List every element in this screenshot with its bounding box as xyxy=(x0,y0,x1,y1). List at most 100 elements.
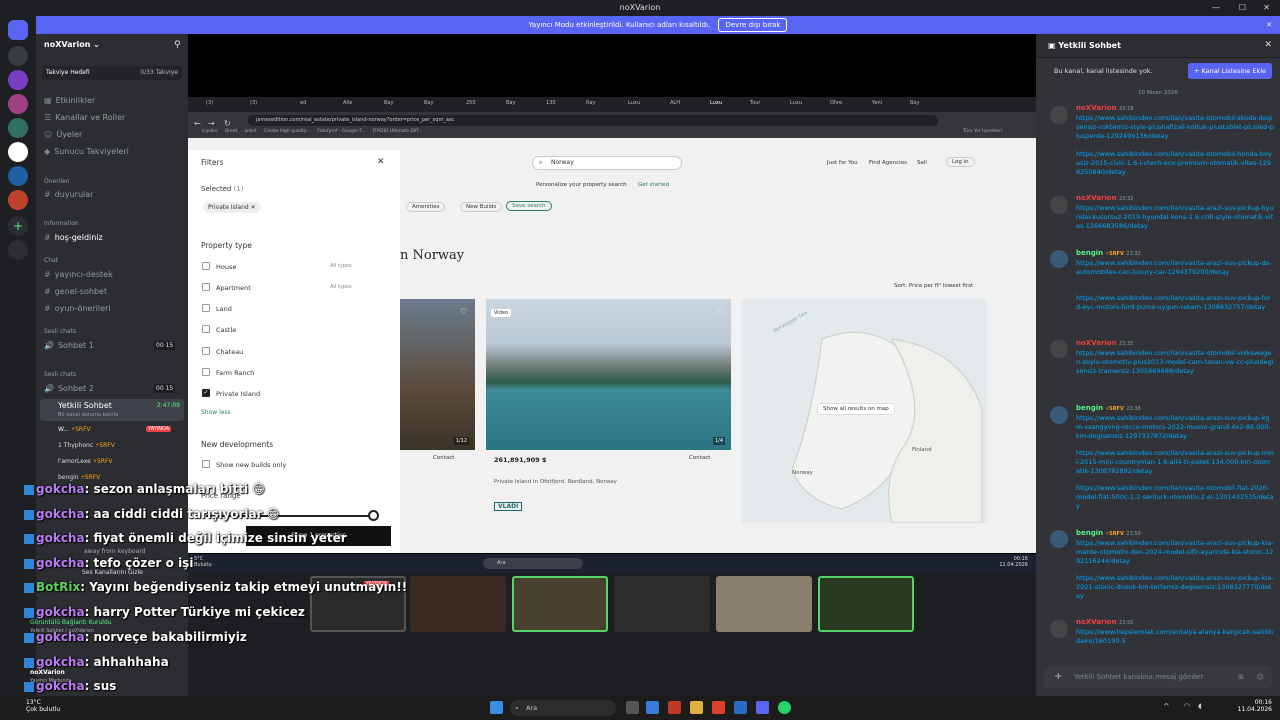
filters-close-icon[interactable]: ✕ xyxy=(377,157,385,167)
show-less-link[interactable]: Show less xyxy=(201,409,231,416)
server-icon[interactable] xyxy=(8,70,28,90)
server-icon[interactable] xyxy=(8,118,28,138)
bookmark[interactable]: [FM26] Ultimate Diff... xyxy=(373,129,423,134)
nav-just-for-you[interactable]: Just for You xyxy=(827,160,858,166)
bookmark[interactable]: Create high quality... xyxy=(263,129,310,134)
voice-user[interactable]: 1 Thyphonc ⚡SRFV xyxy=(58,442,115,449)
browser-tab[interactable]: Bay xyxy=(506,100,515,106)
message-link[interactable]: https://www.sahibinden.com/ilan/vasita-a… xyxy=(1076,449,1274,476)
message-author[interactable]: bengin ⚡SRFV 23:38 xyxy=(1076,404,1141,412)
url-bar[interactable]: jamesedition.com/real_estate/private_isl… xyxy=(248,115,938,126)
browser-tab[interactable]: Yeni xyxy=(872,100,882,106)
close-icon[interactable]: ✕ xyxy=(1263,0,1270,16)
boost-goal[interactable]: Takviye Hedefi 0/33 Takviye xyxy=(42,66,182,80)
avatar[interactable] xyxy=(1050,620,1068,638)
server-name[interactable]: noXVarion ⌄ xyxy=(44,40,100,49)
participant-camera[interactable] xyxy=(512,576,608,632)
server-icon[interactable] xyxy=(8,94,28,114)
message-link[interactable]: https://www.sahibinden.com/ilan/vasita-o… xyxy=(1076,484,1274,511)
menu-events[interactable]: ▦ Etkinlikler xyxy=(44,96,95,105)
bookmark[interactable]: Fotofprof - Google F... xyxy=(317,129,365,134)
forward-icon[interactable]: → xyxy=(208,119,215,128)
section-voice-1[interactable]: Sesli chats xyxy=(44,328,76,335)
start-icon[interactable] xyxy=(490,701,503,714)
channel-genel-sohbet[interactable]: # genel-sohbet xyxy=(44,287,107,296)
site-search-input[interactable]: ⌕ Norway xyxy=(532,156,682,170)
banner-close-icon[interactable]: ✕ xyxy=(1266,16,1272,34)
message-link[interactable]: https://www.sahibinden.com/ilan/vasita-a… xyxy=(1076,539,1274,566)
bookmark[interactable]: Brent xyxy=(225,129,237,134)
browser-tab[interactable]: 130 xyxy=(546,100,556,106)
channel-oyun-onerileri[interactable]: # oyun-önerileri xyxy=(44,304,111,313)
message-link[interactable]: https://www.sahibinden.com/ilan/vasita-a… xyxy=(1076,574,1274,601)
task-view-icon[interactable] xyxy=(626,701,639,714)
avatar[interactable] xyxy=(1050,250,1068,268)
message-input[interactable]: + Yetkili Sohbet kanalına mesaj gönder ⊞… xyxy=(1044,666,1272,688)
participant-camera[interactable] xyxy=(818,576,914,632)
message-author[interactable]: bengin ⚡SRFV 23:32 xyxy=(1076,249,1141,257)
wifi-icon[interactable]: ◠ xyxy=(1184,702,1190,710)
add-to-channel-list-button[interactable]: + Kanal Listesine Ekle xyxy=(1188,63,1273,79)
channel-yayinci-destek[interactable]: # yayıncı-destek xyxy=(44,270,113,279)
all-types-dropdown[interactable]: All types xyxy=(330,284,352,290)
discord-icon[interactable] xyxy=(756,701,769,714)
checkbox-house[interactable] xyxy=(202,262,210,270)
new-builds-chip[interactable]: New Builds xyxy=(460,202,503,212)
property-card-image[interactable]: Video ♡ 1/4 xyxy=(486,299,731,450)
contact-button[interactable]: Contact xyxy=(433,455,454,461)
add-server-icon[interactable]: + xyxy=(8,216,28,236)
voice-user[interactable]: W... ⚡SRFV xyxy=(58,426,91,433)
checkbox-castle[interactable] xyxy=(202,325,210,333)
browser-tab[interactable]: Alle xyxy=(343,100,352,106)
favorite-icon[interactable]: ♡ xyxy=(716,307,723,316)
amenities-chip[interactable]: Amenities xyxy=(406,202,446,212)
bookmark[interactable]: ankrt xyxy=(244,129,256,134)
browser-tab[interactable]: Bay xyxy=(424,100,433,106)
section-featured[interactable]: Önerilen xyxy=(44,178,70,185)
sort-dropdown[interactable]: Sort: Price per ft² lowest first xyxy=(894,283,973,289)
add-member-icon[interactable]: ⚲ xyxy=(174,40,181,50)
message-link[interactable]: https://www.sahibinden.com/ilan/vasita-a… xyxy=(1076,204,1274,231)
browser-tab[interactable]: Ray xyxy=(586,100,595,106)
emoji-icon[interactable]: ☺ xyxy=(1257,666,1264,688)
bookmark-all[interactable]: Tüm Yer İşaretleri xyxy=(963,129,1002,134)
section-voice-2[interactable]: Sesli chats xyxy=(44,371,76,378)
voice-channel-sohbet-1[interactable]: 🔊 Sohbet 1 xyxy=(44,341,94,350)
tray-chevron-icon[interactable]: ^ xyxy=(1163,702,1170,711)
channel-duyurular[interactable]: # duyurular xyxy=(44,190,93,199)
discord-home-icon[interactable] xyxy=(8,20,28,40)
hide-voice-channels[interactable]: Ses Kanallarını Gizle xyxy=(82,569,143,576)
taskbar-search[interactable]: ⌕ Ara xyxy=(510,700,616,716)
checkbox-apartment[interactable] xyxy=(202,283,210,291)
login-button[interactable]: Log in xyxy=(946,157,975,167)
browser-tab[interactable]: Bay xyxy=(384,100,393,106)
checkbox-farm-ranch[interactable] xyxy=(202,368,210,376)
avatar[interactable] xyxy=(1050,406,1068,424)
checkbox-new-builds[interactable] xyxy=(202,460,210,468)
server-icon[interactable] xyxy=(8,46,28,66)
avatar[interactable] xyxy=(1050,106,1068,124)
volume-icon[interactable]: ◖ xyxy=(1198,702,1202,710)
favorite-icon[interactable]: ♡ xyxy=(460,307,467,316)
property-card-image[interactable]: ♡ 1/12 xyxy=(400,299,475,450)
menu-channels-roles[interactable]: ☰ Kanallar ve Roller xyxy=(44,113,125,122)
message-link[interactable]: https://www.sahibinden.com/ilan/vasita-o… xyxy=(1076,150,1274,177)
message-author[interactable]: noXVarion 23:55 xyxy=(1076,618,1133,626)
system-clock[interactable]: 00:16 11.04.2026 xyxy=(1238,699,1272,713)
participant-camera[interactable] xyxy=(716,576,812,632)
current-user-name[interactable]: noXVarion xyxy=(30,669,65,676)
message-author[interactable]: noXVarion 23:35 xyxy=(1076,339,1133,347)
menu-members[interactable]: ☺ Üyeler xyxy=(44,130,82,139)
avatar[interactable] xyxy=(1050,196,1068,214)
reload-icon[interactable]: ↻ xyxy=(224,119,231,128)
checkbox-chateau[interactable] xyxy=(202,347,210,355)
section-information[interactable]: Information xyxy=(44,220,79,227)
browser-tab[interactable]: (3) xyxy=(250,100,257,106)
browser-tab-active[interactable]: Luxu xyxy=(710,100,722,106)
message-link[interactable]: https://www.sahibinden.com/ilan/vasita-a… xyxy=(1076,414,1274,441)
message-link[interactable]: https://www.sahibinden.com/ilan/vasita-o… xyxy=(1076,114,1274,141)
voice-channel-sohbet-2[interactable]: 🔊 Sohbet 2 xyxy=(44,384,94,393)
bookmark[interactable]: icysilnr xyxy=(202,129,218,134)
message-link[interactable]: https://www.sahibinden.com/ilan/vasita-a… xyxy=(1076,294,1274,312)
menu-server-boosts[interactable]: ◆ Sunucu Takviyeleri xyxy=(44,147,129,156)
